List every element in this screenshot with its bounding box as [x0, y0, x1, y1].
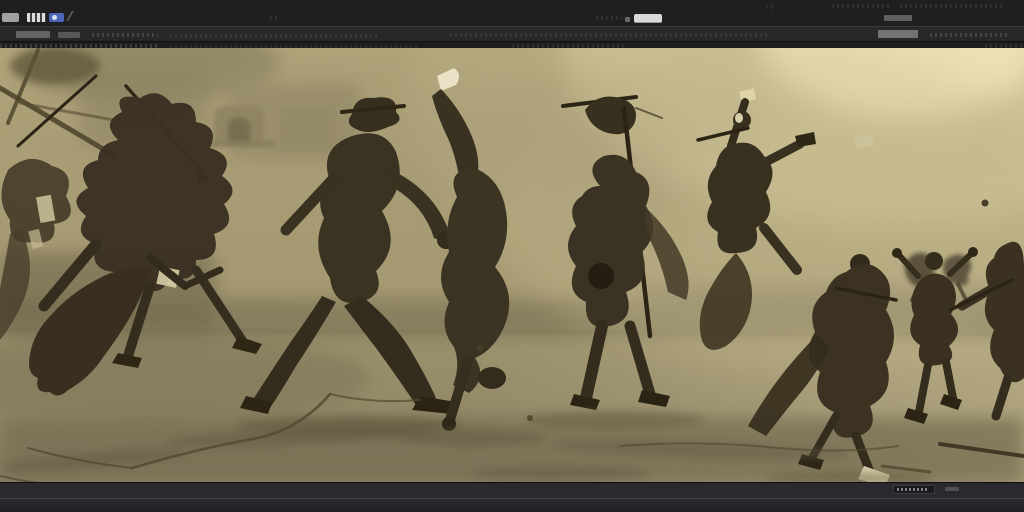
toolbar-text-smudge: [92, 33, 158, 37]
toolbar-row-2: [0, 41, 1024, 49]
status-dash: [945, 487, 959, 491]
leaper-hand-2: [968, 247, 978, 257]
titlebar-right-smudge: [766, 5, 774, 9]
jumper-face-highlight: [735, 113, 743, 123]
leaper-head: [925, 252, 943, 270]
tiny-dark-dot: [981, 199, 989, 207]
toolbar-text-smudge: [930, 33, 1010, 37]
app-logo-blue-icon[interactable]: [49, 13, 64, 22]
app-logo-tick-icon: [66, 11, 84, 21]
titlebar-dot-icon: [625, 17, 630, 22]
warrior-head-dark: [588, 263, 614, 289]
app-logo-glyph-icon[interactable]: [27, 13, 46, 22]
titlebar: [0, 0, 1024, 27]
titlebar-button[interactable]: [634, 14, 662, 23]
toolbar-text-smudge: [450, 33, 770, 37]
debris-dot-1: [527, 415, 533, 421]
cartwheel-head: [478, 367, 506, 389]
leaper-hand-1: [892, 248, 902, 258]
warrior-shadow: [525, 411, 705, 429]
titlebar-right-chip[interactable]: [884, 15, 912, 21]
canvas-viewport[interactable]: [0, 48, 1024, 482]
menu-text-smudge: [596, 16, 622, 20]
toolbar-chip[interactable]: [878, 30, 918, 38]
branch-blob: [10, 48, 100, 84]
debris-dot-2: [477, 345, 483, 351]
toolbar-row-1: [0, 26, 1024, 41]
titlebar-right-smudge: [900, 4, 1005, 8]
painting-svg: [0, 48, 1024, 482]
toolbar-chip[interactable]: [58, 32, 80, 38]
menu-text-smudge: [270, 16, 280, 20]
bottombar: [0, 498, 1024, 512]
cartwheel-hand: [442, 417, 456, 431]
statusbar: [0, 482, 1024, 498]
app-logo-gray-icon[interactable]: [2, 13, 19, 22]
toolbar-chip[interactable]: [16, 31, 50, 38]
titlebar-right-smudge: [832, 4, 892, 8]
status-chip-micro-text: [897, 488, 929, 491]
ground-streak-4: [470, 466, 650, 480]
app-window: [0, 0, 1024, 512]
status-chip[interactable]: [893, 485, 935, 494]
toolbar-text-smudge: [170, 34, 380, 38]
